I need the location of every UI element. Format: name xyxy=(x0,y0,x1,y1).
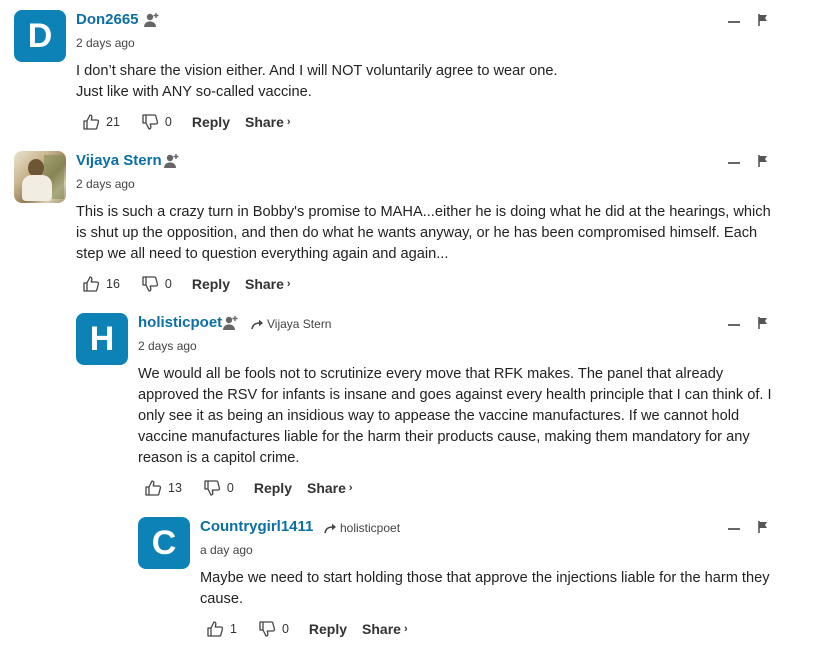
comment-line: Maybe we need to start holding those tha… xyxy=(200,570,770,586)
comment-line: vaccine manufactures liable for the harm… xyxy=(138,429,750,445)
thumbs-up-icon xyxy=(83,114,100,130)
dislike-count: 0 xyxy=(226,481,234,495)
collapse-icon[interactable] xyxy=(727,318,741,332)
thumbs-down-icon xyxy=(142,276,159,292)
comment-line: reason is a capitol crime. xyxy=(138,450,300,466)
avatar[interactable]: D xyxy=(14,10,66,62)
avatar[interactable] xyxy=(14,151,66,203)
avatar[interactable]: C xyxy=(138,517,190,569)
flag-icon[interactable] xyxy=(756,13,770,27)
comment-text: We would all be fools not to scrutinize … xyxy=(138,364,772,469)
share-label: Share xyxy=(244,276,284,292)
share-button[interactable]: Share › xyxy=(245,276,291,292)
flag-icon[interactable] xyxy=(756,520,770,534)
comment-text: Maybe we need to start holding those tha… xyxy=(200,568,770,610)
share-button[interactable]: Share › xyxy=(245,114,291,130)
comment-line: Just like with ANY so-called vaccine. xyxy=(76,84,312,100)
comment-line: is shut up the opposition, and then do w… xyxy=(76,225,758,241)
like-count: 1 xyxy=(230,622,237,636)
reply-button[interactable]: Reply xyxy=(192,276,230,292)
reply-arrow-icon xyxy=(251,319,263,329)
follow-user-icon[interactable] xyxy=(143,11,161,29)
comment-line: I don’t share the vision either. And I w… xyxy=(76,63,558,79)
reply-button[interactable]: Reply xyxy=(192,114,230,130)
collapse-icon[interactable] xyxy=(727,15,741,29)
thumbs-up-icon xyxy=(207,621,224,637)
share-label: Share xyxy=(244,114,284,130)
like-button[interactable]: 1 xyxy=(206,620,237,638)
chevron-right-icon: › xyxy=(403,623,408,635)
reply-to-user: holisticpoet xyxy=(340,521,401,535)
dislike-button[interactable]: 0 xyxy=(141,275,172,293)
reply-to[interactable]: Vijaya Stern xyxy=(251,317,331,331)
flag-icon[interactable] xyxy=(756,154,770,168)
username[interactable]: Vijaya Stern xyxy=(76,152,162,169)
dislike-count: 0 xyxy=(164,115,172,129)
like-count: 21 xyxy=(106,115,120,129)
reply-button[interactable]: Reply xyxy=(254,480,292,496)
comment-text: This is such a crazy turn in Bobby's pro… xyxy=(76,202,771,265)
thumbs-down-icon xyxy=(259,621,276,637)
follow-user-icon[interactable] xyxy=(163,152,181,170)
username[interactable]: holisticpoet xyxy=(138,314,222,331)
dislike-button[interactable]: 0 xyxy=(258,620,289,638)
comment-text: I don’t share the vision either. And I w… xyxy=(76,61,558,103)
comment-actions: 21 0 Reply Share › xyxy=(82,111,291,133)
comment-line: We would all be fools not to scrutinize … xyxy=(138,366,724,382)
share-label: Share xyxy=(362,621,401,637)
comment-actions: 13 0 Reply Share › xyxy=(144,477,353,499)
username[interactable]: Countrygirl1411 xyxy=(200,518,313,535)
timestamp: 2 days ago xyxy=(138,339,197,353)
thumbs-down-icon xyxy=(142,114,159,130)
comment-don2665: D Don2665 2 days ago I don’t share the v… xyxy=(14,10,814,135)
share-button[interactable]: Share › xyxy=(307,480,353,496)
like-button[interactable]: 16 xyxy=(82,275,120,293)
comment-line: cause. xyxy=(200,591,243,607)
follow-user-icon[interactable] xyxy=(222,314,240,332)
comment-actions: 16 0 Reply Share › xyxy=(82,273,291,295)
dislike-button[interactable]: 0 xyxy=(203,479,234,497)
username[interactable]: Don2665 xyxy=(76,11,139,28)
comment-line: approved the RSV for infants is insane a… xyxy=(138,387,772,403)
like-button[interactable]: 13 xyxy=(144,479,182,497)
reply-to[interactable]: holisticpoet xyxy=(324,521,400,535)
like-count: 13 xyxy=(168,481,182,495)
dislike-button[interactable]: 0 xyxy=(141,113,172,131)
dislike-count: 0 xyxy=(164,277,172,291)
avatar[interactable]: H xyxy=(76,313,128,365)
thumbs-up-icon xyxy=(145,480,162,496)
comment-line: step we all need to question everything … xyxy=(76,246,449,262)
thumbs-up-icon xyxy=(83,276,100,292)
timestamp: a day ago xyxy=(200,543,253,557)
collapse-icon[interactable] xyxy=(727,156,741,170)
collapse-icon[interactable] xyxy=(727,522,741,536)
flag-icon[interactable] xyxy=(756,316,770,330)
comment-actions: 1 0 Reply Share › xyxy=(206,618,408,640)
chevron-right-icon: › xyxy=(348,482,353,494)
like-count: 16 xyxy=(106,277,120,291)
comment-line: This is such a crazy turn in Bobby's pro… xyxy=(76,204,771,220)
chevron-right-icon: › xyxy=(286,116,291,128)
share-label: Share xyxy=(306,480,346,496)
chevron-right-icon: › xyxy=(286,278,291,290)
comment-line: only see it as being an insidious way to… xyxy=(138,408,740,424)
dislike-count: 0 xyxy=(281,622,289,636)
comment-holisticpoet: H holisticpoet Vijaya Stern 2 days ago W… xyxy=(76,313,816,503)
comment-vijaya-stern: Vijaya Stern 2 days ago This is such a c… xyxy=(14,151,814,296)
like-button[interactable]: 21 xyxy=(82,113,120,131)
reply-to-user: Vijaya Stern xyxy=(267,317,332,331)
timestamp: 2 days ago xyxy=(76,36,135,50)
timestamp: 2 days ago xyxy=(76,177,135,191)
reply-button[interactable]: Reply xyxy=(309,621,347,637)
reply-arrow-icon xyxy=(324,523,336,533)
comment-countrygirl1411: C Countrygirl1411 holisticpoet a day ago… xyxy=(138,517,818,647)
share-button[interactable]: Share › xyxy=(362,621,408,637)
thumbs-down-icon xyxy=(204,480,221,496)
